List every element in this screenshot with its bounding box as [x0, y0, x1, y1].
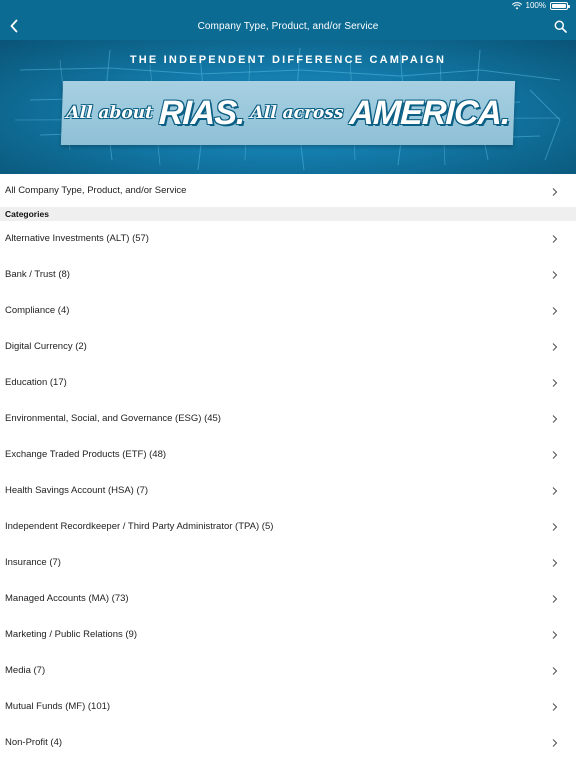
list-item[interactable]: Media (7) — [0, 653, 576, 689]
chevron-right-icon — [552, 188, 558, 196]
list-item-label: Mutual Funds (MF) (101) — [5, 701, 111, 712]
list-item-label: Independent Recordkeeper / Third Party A… — [5, 521, 274, 532]
list-item-label: Bank / Trust (8) — [5, 269, 70, 280]
chevron-right-icon — [552, 271, 558, 279]
chevron-right-icon — [552, 415, 558, 423]
list-item[interactable]: Independent Recordkeeper / Third Party A… — [0, 509, 576, 545]
list-item-label: Insurance (7) — [5, 557, 61, 568]
list-item-all[interactable]: All Company Type, Product, and/or Servic… — [0, 174, 576, 207]
list-item-label: Digital Currency (2) — [5, 341, 87, 352]
navigation-bar: Company Type, Product, and/or Service — [0, 12, 576, 40]
list-item[interactable]: Alternative Investments (ALT) (57) — [0, 221, 576, 257]
list-item-label: Education (17) — [5, 377, 67, 388]
category-rows: Alternative Investments (ALT) (57) Bank … — [0, 221, 576, 761]
list-item[interactable]: Digital Currency (2) — [0, 329, 576, 365]
back-button[interactable] — [4, 16, 24, 36]
list-item-label: Managed Accounts (MA) (73) — [5, 593, 129, 604]
list-item[interactable]: Mutual Funds (MF) (101) — [0, 689, 576, 725]
category-list: All Company Type, Product, and/or Servic… — [0, 174, 576, 761]
banner-slogan: All about RIAS. All across AMERICA. — [60, 81, 516, 145]
list-item[interactable]: Environmental, Social, and Governance (E… — [0, 401, 576, 437]
chevron-right-icon — [552, 451, 558, 459]
chevron-right-icon — [552, 235, 558, 243]
chevron-right-icon — [552, 595, 558, 603]
list-item-label: Media (7) — [5, 665, 46, 676]
search-button[interactable] — [550, 16, 570, 36]
list-item-label: Environmental, Social, and Governance (E… — [5, 413, 221, 424]
banner-heading: THE INDEPENDENT DIFFERENCE CAMPAIGN — [129, 54, 447, 66]
slogan-all-across: All across — [250, 103, 344, 123]
list-item-label: Health Savings Account (HSA) (7) — [5, 485, 149, 496]
chevron-right-icon — [552, 523, 558, 531]
slogan-all-about: All about — [66, 103, 154, 123]
list-item-label: All Company Type, Product, and/or Servic… — [5, 184, 187, 196]
section-header-categories: Categories — [0, 207, 576, 221]
chevron-right-icon — [552, 703, 558, 711]
list-item-label: Compliance (4) — [5, 305, 70, 316]
chevron-right-icon — [552, 631, 558, 639]
list-item[interactable]: Education (17) — [0, 365, 576, 401]
page-title: Company Type, Product, and/or Service — [197, 20, 379, 32]
chevron-right-icon — [552, 487, 558, 495]
list-item[interactable]: Health Savings Account (HSA) (7) — [0, 473, 576, 509]
chevron-right-icon — [552, 559, 558, 567]
status-indicators: 100% — [511, 1, 570, 10]
slogan-america: AMERICA. — [348, 93, 511, 132]
list-item[interactable]: Managed Accounts (MA) (73) — [0, 581, 576, 617]
campaign-banner[interactable]: THE INDEPENDENT DIFFERENCE CAMPAIGN All … — [0, 40, 576, 174]
chevron-right-icon — [552, 667, 558, 675]
list-item[interactable]: Compliance (4) — [0, 293, 576, 329]
chevron-right-icon — [552, 307, 558, 315]
wifi-icon — [511, 1, 522, 9]
list-item[interactable]: Exchange Traded Products (ETF) (48) — [0, 437, 576, 473]
list-item-label: Marketing / Public Relations (9) — [5, 629, 137, 640]
chevron-left-icon — [10, 19, 18, 33]
list-item[interactable]: Marketing / Public Relations (9) — [0, 617, 576, 653]
section-title: Categories — [5, 209, 49, 219]
battery-icon — [550, 1, 570, 10]
status-bar: 100% — [0, 0, 576, 12]
list-item-label: Exchange Traded Products (ETF) (48) — [5, 449, 167, 460]
chevron-right-icon — [552, 379, 558, 387]
list-item-label: Non-Profit (4) — [5, 737, 63, 748]
list-item-label: Alternative Investments (ALT) (57) — [5, 233, 149, 244]
list-item[interactable]: Insurance (7) — [0, 545, 576, 581]
list-item[interactable]: Non-Profit (4) — [0, 725, 576, 761]
battery-percent: 100% — [525, 1, 546, 10]
list-item[interactable]: Bank / Trust (8) — [0, 257, 576, 293]
chevron-right-icon — [552, 343, 558, 351]
chevron-right-icon — [552, 739, 558, 747]
slogan-rias: RIAS. — [158, 93, 246, 132]
search-icon — [554, 20, 567, 33]
